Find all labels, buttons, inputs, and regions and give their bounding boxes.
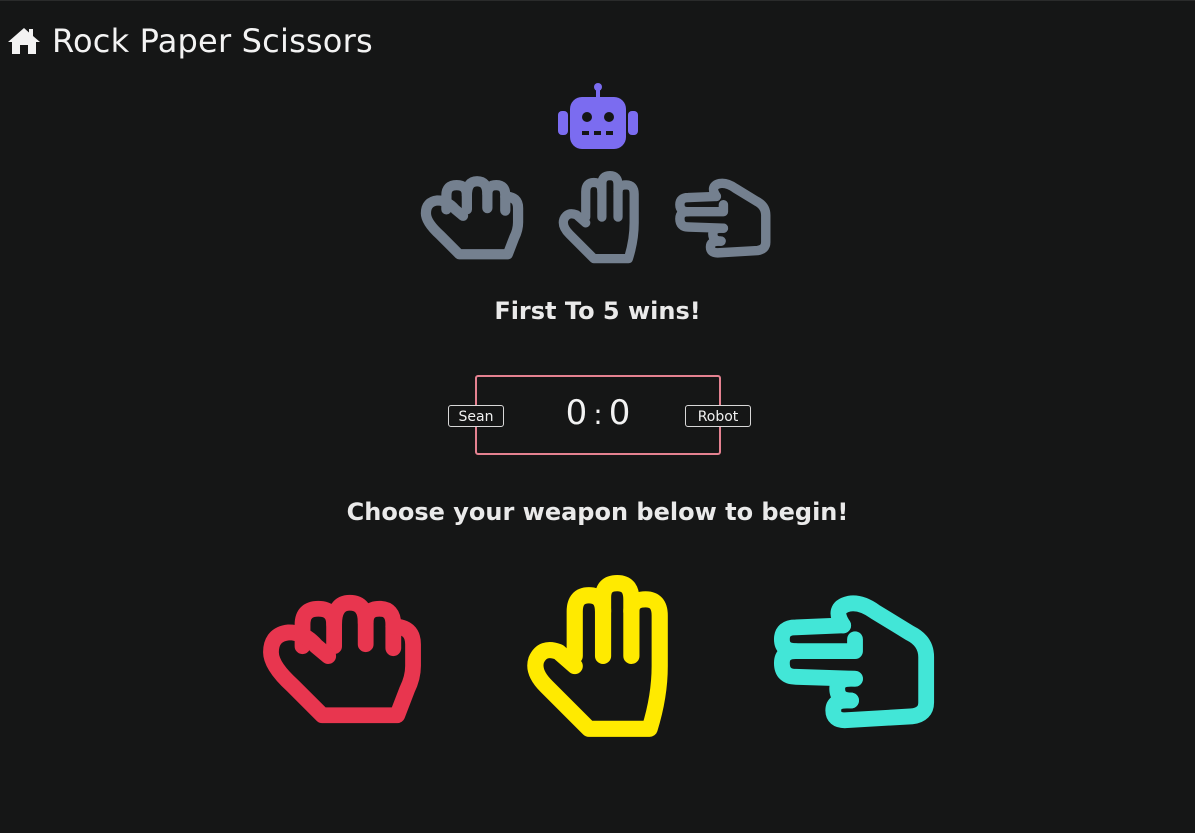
- score-separator: :: [593, 398, 603, 431]
- opponent-score: 0: [608, 393, 631, 433]
- home-icon[interactable]: [6, 26, 42, 56]
- opponent-name-label: Robot: [685, 405, 751, 427]
- opponent-hands: [420, 171, 780, 271]
- scissors-hand-icon[interactable]: [772, 585, 940, 735]
- score-display: 0:0: [477, 393, 719, 433]
- paper-button[interactable]: [522, 575, 674, 751]
- player-name-label: Sean: [448, 405, 504, 427]
- page: Rock Paper Scissors First To 5 wins! 0:0: [0, 0, 1195, 833]
- home-link[interactable]: Rock Paper Scissors: [6, 19, 373, 63]
- page-title: Rock Paper Scissors: [52, 22, 373, 60]
- goal-text: First To 5 wins!: [494, 297, 701, 325]
- paper-hand-icon[interactable]: [522, 575, 674, 747]
- rock-hand-icon[interactable]: [258, 587, 426, 735]
- instruction-text: Choose your weapon below to begin!: [346, 498, 849, 526]
- rock-hand-icon: [420, 171, 524, 267]
- robot-icon: [556, 83, 640, 153]
- paper-hand-icon: [554, 171, 644, 269]
- rock-button[interactable]: [258, 587, 426, 739]
- scissors-hand-icon: [674, 171, 774, 263]
- scissors-button[interactable]: [772, 585, 940, 739]
- player-score: 0: [565, 393, 588, 433]
